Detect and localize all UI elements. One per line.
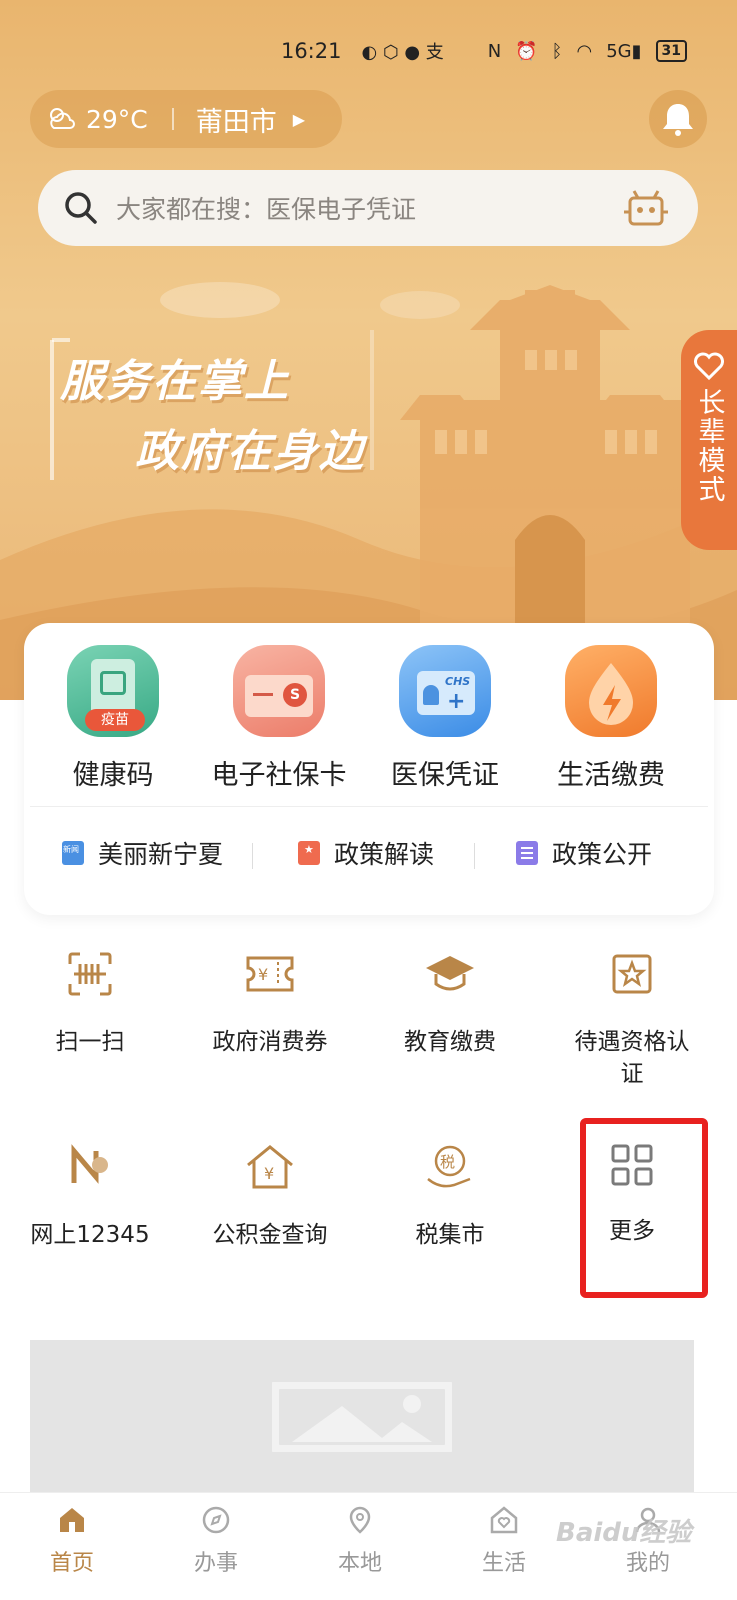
chs-label: CHS [445,675,471,688]
network-icon: 5G▮ [606,40,642,62]
compass-icon [202,1506,230,1534]
utility-payment-icon [565,645,657,737]
bell-icon [663,104,693,136]
weather-location-pill[interactable]: 29°C 莆田市 ▶ [30,90,342,148]
policy-book-icon: ★ [298,841,320,865]
quick-item-medical-insurance[interactable]: CHS + 医保凭证 [360,645,530,792]
service-label: 待遇资格认证 [574,1029,690,1087]
service-consumption-voucher[interactable]: ¥ 政府消费券 [180,950,360,1058]
tax-hand-icon: 税 [427,1145,471,1188]
tab-services[interactable]: 办事 [166,1505,266,1577]
graduation-cap-icon [426,956,474,991]
banner-image-placeholder[interactable] [30,1340,694,1500]
news-link-policy-interpretation[interactable]: ★ 政策解读 [298,835,434,871]
heart-icon [694,352,724,380]
tab-label: 首页 [49,1551,94,1576]
weather-temperature: 29°C [86,104,148,134]
service-education-payment[interactable]: 教育缴费 [360,950,540,1058]
svg-text:¥: ¥ [264,1164,274,1183]
divider [474,843,475,869]
document-icon [516,841,538,865]
baidu-watermark: Baidu经验 [556,1518,692,1548]
quick-item-utility-payment[interactable]: 生活缴费 [526,645,696,792]
tab-label: 生活 [481,1551,526,1576]
tab-label: 办事 [193,1551,238,1576]
service-label: 公积金查询 [212,1222,328,1248]
service-benefit-qualification[interactable]: 待遇资格认证 [542,950,722,1090]
service-scan[interactable]: 扫一扫 [0,950,180,1058]
service-label: 教育缴费 [404,1029,496,1055]
life-heart-house-icon [490,1506,518,1534]
search-placeholder: 大家都在搜：医保电子凭证 [116,195,417,224]
slogan-line-1: 服务在掌上 [60,356,290,407]
search-icon [65,192,97,224]
wifi-icon: ◠ [576,40,593,62]
svg-text:税: 税 [440,1153,455,1171]
quick-services-card: 疫苗 健康码 S 电子社保卡 CHS + 医保凭证 生活缴费 新闻 美丽新宁夏 … [24,623,714,915]
elder-mode-toggle[interactable]: 长辈模式 [681,330,737,550]
vaccine-badge: 疫苗 [85,709,145,731]
nfc-icon: N [487,40,502,62]
card-divider [30,806,708,807]
service-label: 扫一扫 [55,1029,125,1055]
quick-item-label: 生活缴费 [557,760,665,791]
app-notification-icons: ◐ ⬡ ● 支 [361,42,444,63]
news-link-label: 政策解读 [334,840,435,869]
social-security-card-icon: S [233,645,325,737]
news-link-policy-disclosure[interactable]: 政策公开 [516,835,652,871]
newspaper-icon: 新闻 [62,841,84,865]
hotline-icon [71,1144,108,1184]
tab-home[interactable]: 首页 [22,1505,122,1577]
search-bar[interactable]: 大家都在搜：医保电子凭证 [38,170,698,246]
quick-item-health-code[interactable]: 疫苗 健康码 [28,645,198,792]
svg-text:¥: ¥ [258,965,268,984]
quick-item-label: 电子社保卡 [211,760,347,791]
bluetooth-icon: ᛒ [551,40,563,62]
divider [171,108,174,130]
scan-icon [68,952,112,996]
robot-assistant-icon[interactable] [624,188,668,228]
service-label: 网上12345 [30,1222,150,1248]
tab-local[interactable]: 本地 [310,1505,410,1577]
elder-mode-label: 长辈模式 [693,388,725,504]
alarm-icon: ⏰ [515,40,538,62]
certified-star-icon [612,954,652,994]
news-link-label: 政策公开 [552,840,653,869]
house-fund-icon: ¥ [247,1145,293,1189]
tab-label: 我的 [625,1551,670,1576]
cloudy-sun-icon [50,108,75,129]
notification-bell-button[interactable] [649,90,707,148]
service-tax-market[interactable]: 税 税集市 [360,1143,540,1251]
divider [252,843,253,869]
service-label: 政府消费券 [212,1029,328,1055]
medical-insurance-icon: CHS + [399,645,491,737]
city-name: 莆田市 [195,106,277,138]
home-icon [60,1508,84,1532]
news-link-beautiful-ningxia[interactable]: 新闻 美丽新宁夏 [62,835,223,871]
health-code-icon: 疫苗 [67,645,159,737]
hero-banner: 16:21 ◐ ⬡ ● 支 N ⏰ ᛒ ◠ 5G▮ 31 29°C 莆田市 ▶ … [0,0,737,700]
battery-indicator: 31 [655,40,687,62]
quick-item-label: 医保凭证 [391,760,499,791]
service-label: 税集市 [415,1222,485,1248]
quick-item-label: 健康码 [72,760,154,791]
voucher-icon: ¥ [246,956,294,992]
service-online-12345[interactable]: 网上12345 [0,1143,180,1251]
service-housing-fund[interactable]: ¥ 公积金查询 [180,1143,360,1251]
status-bar: 16:21 ◐ ⬡ ● 支 N ⏰ ᛒ ◠ 5G▮ 31 [0,36,737,66]
image-placeholder-icon [272,1382,452,1452]
highlight-box [580,1118,708,1298]
slogan-line-2: 政府在身边 [135,426,365,477]
news-link-label: 美丽新宁夏 [98,840,224,869]
tab-label: 本地 [337,1551,382,1576]
quick-item-social-security-card[interactable]: S 电子社保卡 [194,645,364,792]
play-arrow-icon: ▶ [292,109,306,129]
location-pin-icon [349,1506,371,1534]
tab-life[interactable]: 生活 [454,1505,554,1577]
status-time: 16:21 [280,39,342,63]
